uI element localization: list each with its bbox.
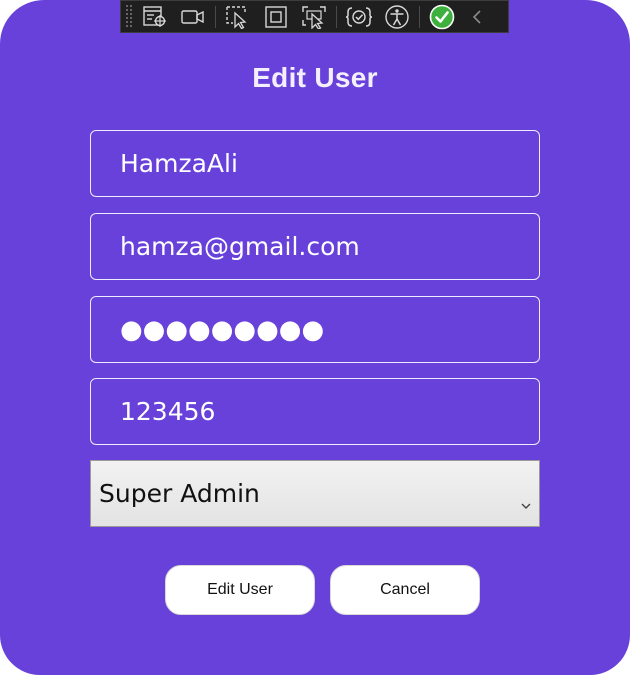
toolbar-separator	[419, 5, 420, 28]
live-visual-tree-icon[interactable]	[139, 2, 171, 31]
role-select[interactable]: Super Admin	[90, 460, 540, 527]
check-status-icon[interactable]	[426, 2, 458, 31]
toolbar-grip[interactable]	[125, 4, 133, 29]
email-input[interactable]: hamza@gmail.com	[90, 213, 540, 280]
debug-toolbar	[120, 0, 509, 33]
edit-user-button[interactable]: Edit User	[165, 565, 315, 615]
dialog-title: Edit User	[252, 62, 378, 93]
display-layout-adorners-icon[interactable]	[260, 2, 292, 31]
username-input[interactable]: HamzaAli	[90, 130, 540, 197]
chevron-down-icon	[521, 487, 531, 516]
toolbar-separator	[336, 5, 337, 28]
track-focus-icon[interactable]	[298, 2, 330, 31]
cancel-button[interactable]: Cancel	[330, 565, 480, 615]
toolbar-separator	[215, 5, 216, 28]
role-select-value: Super Admin	[99, 479, 260, 508]
edit-user-window: Edit User HamzaAli hamza@gmail.com ●●●●●…	[0, 0, 630, 675]
phone-input[interactable]: 123456	[90, 378, 540, 445]
video-camera-icon[interactable]	[177, 2, 209, 31]
select-element-icon[interactable]	[222, 2, 254, 31]
binding-failures-icon[interactable]	[343, 2, 375, 31]
collapse-chevron-icon[interactable]	[466, 2, 488, 31]
accessibility-icon[interactable]	[381, 2, 413, 31]
password-input[interactable]: ●●●●●●●●●	[90, 296, 540, 363]
